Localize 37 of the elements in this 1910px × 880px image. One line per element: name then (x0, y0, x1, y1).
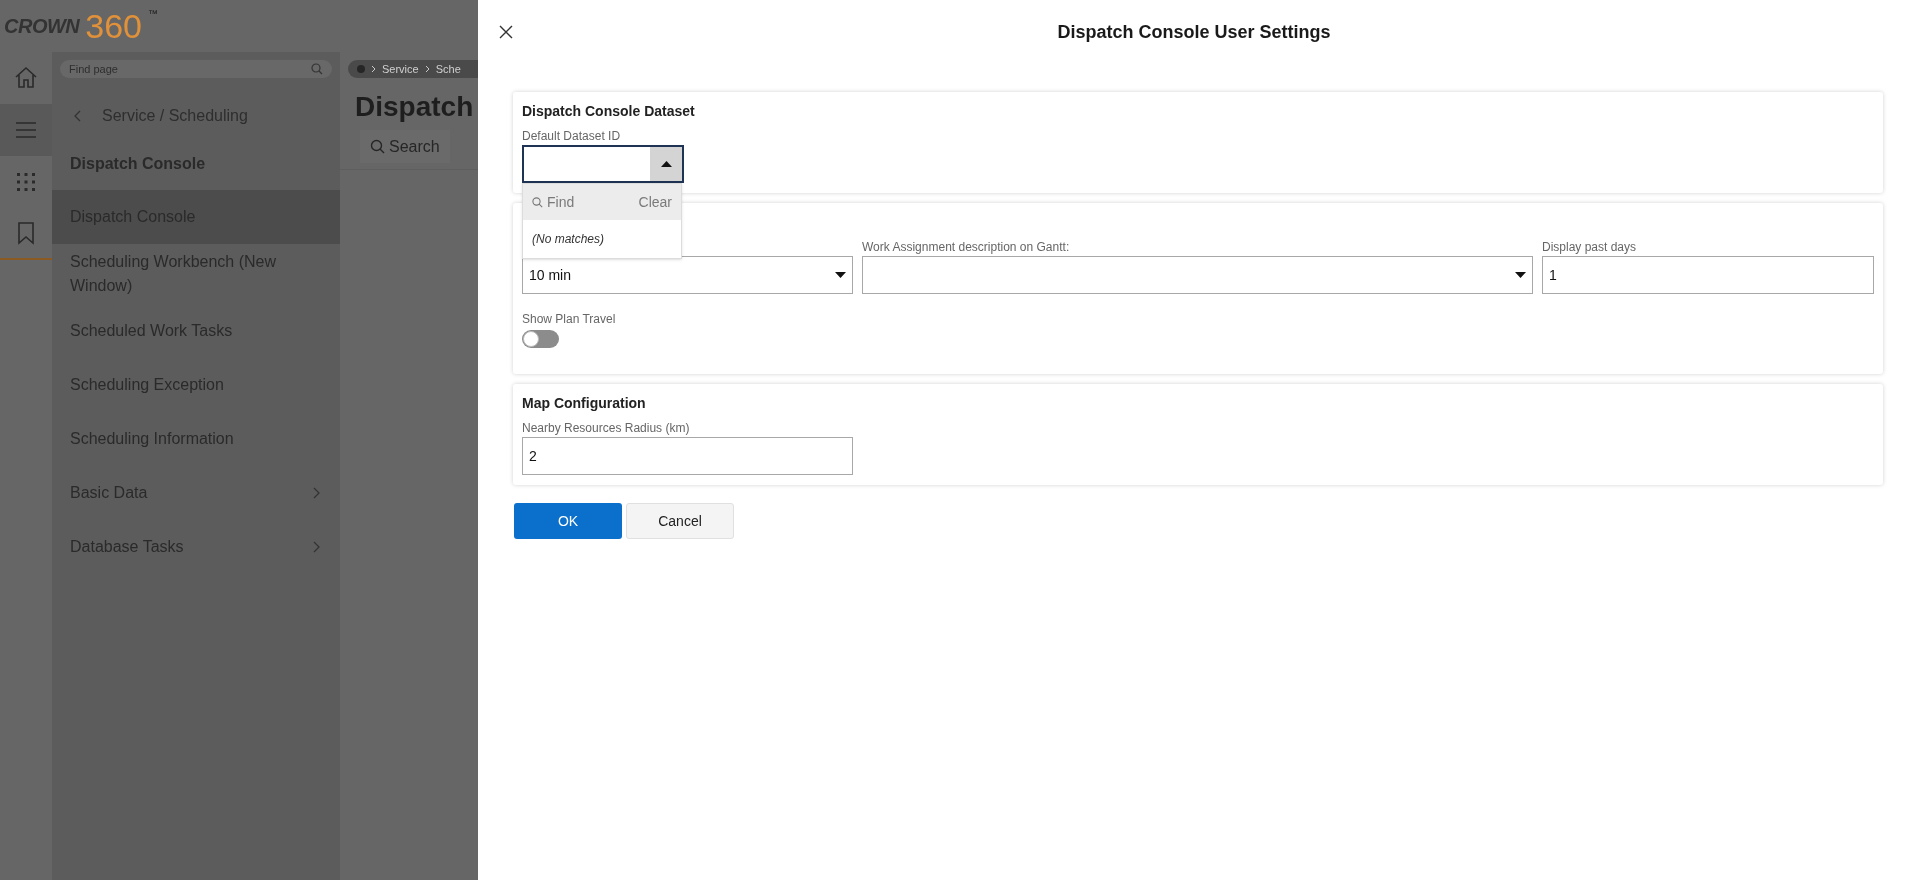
section-title: Dispatch Console Dataset (522, 102, 696, 121)
caret-down-icon (835, 272, 846, 278)
trademark-mark: ™ (148, 7, 158, 21)
select-field[interactable]: 10 min (522, 256, 853, 294)
search-icon (311, 63, 323, 75)
find-page-field[interactable]: Find page (60, 60, 332, 78)
breadcrumb-link[interactable]: Sche (435, 60, 461, 78)
dataset-combobox[interactable] (522, 145, 684, 183)
breadcrumb-link[interactable]: Service (382, 60, 419, 78)
no-matches-text: (No matches) (532, 231, 605, 248)
caret-up-icon (660, 161, 672, 167)
page-title: Dispatch (355, 90, 475, 124)
field-label: Default Dataset ID (522, 128, 622, 145)
input-field[interactable]: 2 (522, 437, 853, 475)
select-field[interactable] (862, 256, 1533, 294)
ok-button[interactable]: OK (514, 503, 622, 539)
toggle-switch[interactable] (522, 330, 559, 348)
close-icon[interactable] (499, 25, 513, 39)
field-label: Show Plan Travel (522, 311, 617, 328)
cancel-button[interactable]: Cancel (626, 503, 734, 539)
chevron-left-icon (74, 110, 82, 122)
search-icon (532, 196, 543, 208)
chevron-right-icon (371, 65, 376, 73)
field-label: Work Assignment description on Gantt: (862, 239, 1071, 256)
field-label: Display past days (1542, 239, 1638, 256)
search-button[interactable]: Search (360, 130, 450, 163)
caret-down-icon (1515, 272, 1526, 278)
clear-link[interactable]: Clear (638, 191, 672, 213)
chevron-right-icon (424, 65, 430, 73)
home-icon[interactable] (13, 65, 39, 91)
input-field[interactable]: 1 (1542, 256, 1874, 294)
search-icon (370, 139, 385, 154)
field-label: Nearby Resources Radius (km) (522, 420, 691, 437)
logo-number: 360 (85, 9, 142, 43)
find-field[interactable]: Find (532, 191, 575, 213)
dialog-title: Dispatch Console User Settings (1057, 20, 1331, 44)
section-title: Map Configuration (522, 394, 647, 413)
